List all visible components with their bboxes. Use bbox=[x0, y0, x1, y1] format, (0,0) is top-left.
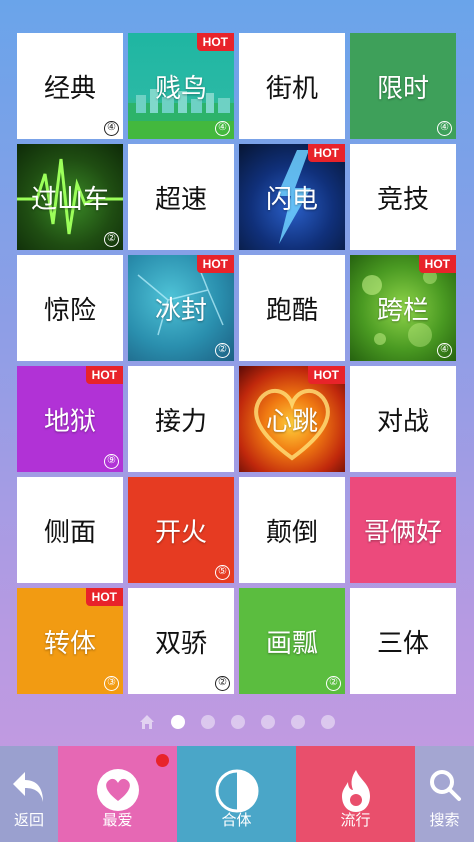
tile-label: 限时 bbox=[376, 73, 429, 104]
search-icon bbox=[429, 770, 461, 801]
search-button[interactable]: 搜索 bbox=[415, 746, 474, 842]
page-dot[interactable] bbox=[231, 715, 245, 729]
tile-label: 颠倒 bbox=[265, 517, 318, 548]
page-indicator bbox=[0, 714, 474, 730]
favorites-tab[interactable]: 最爱 bbox=[58, 746, 177, 842]
level-badge: ② bbox=[215, 343, 230, 358]
level-badge: ④ bbox=[437, 121, 452, 136]
mode-tile-compete[interactable]: 竞技 bbox=[350, 144, 456, 250]
mode-tile-parkour[interactable]: 跑酷 bbox=[239, 255, 345, 361]
mode-tile-relay[interactable]: 接力 bbox=[128, 366, 234, 472]
mode-tile-lightning[interactable]: HOT 闪电 bbox=[239, 144, 345, 250]
heart-icon bbox=[96, 769, 139, 811]
level-badge: ② bbox=[326, 676, 341, 691]
search-label: 搜索 bbox=[429, 811, 460, 829]
tile-label: 对战 bbox=[376, 406, 429, 437]
tile-label: 竞技 bbox=[376, 184, 429, 215]
half-circle-icon bbox=[215, 769, 258, 813]
hot-badge: HOT bbox=[85, 366, 123, 384]
mode-tile-buddies[interactable]: 哥俩好 bbox=[350, 477, 456, 583]
tile-label: 接力 bbox=[154, 406, 207, 437]
page-dot[interactable] bbox=[201, 715, 215, 729]
mode-tile-hell[interactable]: HOT 地狱 ⑨ bbox=[17, 366, 123, 472]
back-arrow-icon bbox=[13, 772, 43, 802]
bottom-nav: 返回 最爱 合体 流行 搜索 bbox=[0, 746, 474, 842]
favorites-label: 最爱 bbox=[102, 811, 133, 829]
tile-label: 开火 bbox=[154, 517, 207, 548]
level-badge: ⑤ bbox=[215, 565, 230, 580]
popular-tab[interactable]: 流行 bbox=[296, 746, 415, 842]
tile-label: 转体 bbox=[43, 628, 96, 659]
hot-badge: HOT bbox=[418, 255, 456, 273]
mode-tile-side[interactable]: 侧面 bbox=[17, 477, 123, 583]
page-dot[interactable] bbox=[291, 715, 305, 729]
tile-label: 闪电 bbox=[265, 184, 318, 215]
hot-badge: HOT bbox=[196, 33, 234, 51]
tile-label: 惊险 bbox=[43, 295, 96, 326]
mode-tile-heartbeat[interactable]: HOT 心跳 bbox=[239, 366, 345, 472]
mode-tile-twist[interactable]: HOT 转体 ③ bbox=[17, 588, 123, 694]
mode-tile-fire[interactable]: 开火 ⑤ bbox=[128, 477, 234, 583]
tile-label: 超速 bbox=[154, 184, 207, 215]
page-dot[interactable] bbox=[261, 715, 275, 729]
mode-tile-speed[interactable]: 超速 bbox=[128, 144, 234, 250]
level-badge: ② bbox=[104, 232, 119, 247]
home-icon[interactable] bbox=[139, 714, 155, 730]
mode-tile-jianniao[interactable]: HOT 贱鸟 ④ bbox=[128, 33, 234, 139]
mode-tile-thrill[interactable]: 惊险 bbox=[17, 255, 123, 361]
tile-label: 经典 bbox=[43, 73, 96, 104]
tile-label: 过山车 bbox=[30, 184, 109, 215]
mode-tile-three-body[interactable]: 三体 bbox=[350, 588, 456, 694]
tile-label: 画瓢 bbox=[265, 628, 318, 659]
mode-tile-rollercoaster[interactable]: 过山车 ② bbox=[17, 144, 123, 250]
level-badge: ③ bbox=[104, 676, 119, 691]
level-badge: ④ bbox=[104, 121, 119, 136]
level-badge: ② bbox=[215, 676, 230, 691]
tile-label: 三体 bbox=[376, 628, 429, 659]
hot-badge: HOT bbox=[307, 144, 345, 162]
back-button[interactable]: 返回 bbox=[0, 746, 58, 842]
tile-label: 地狱 bbox=[43, 406, 96, 437]
hot-badge: HOT bbox=[85, 588, 123, 606]
level-badge: ⑨ bbox=[104, 454, 119, 469]
mode-tile-battle[interactable]: 对战 bbox=[350, 366, 456, 472]
mode-tile-upside-down[interactable]: 颠倒 bbox=[239, 477, 345, 583]
tile-label: 哥俩好 bbox=[363, 517, 442, 548]
tile-label: 贱鸟 bbox=[154, 73, 207, 104]
mode-tile-arcade[interactable]: 街机 bbox=[239, 33, 345, 139]
back-label: 返回 bbox=[13, 811, 44, 829]
flame-icon bbox=[341, 770, 370, 812]
tile-label: 跑酷 bbox=[265, 295, 318, 326]
tile-label: 街机 bbox=[265, 73, 318, 104]
mode-tile-copy[interactable]: 画瓢 ② bbox=[239, 588, 345, 694]
mode-grid: 经典 ④ HOT 贱鸟 ④ 街机 限时 ④ 过山车 ② 超速 HOT 闪电 竞技… bbox=[17, 33, 456, 694]
level-badge: ④ bbox=[437, 343, 452, 358]
tile-label: 跨栏 bbox=[376, 295, 429, 326]
mode-tile-double[interactable]: 双骄 ② bbox=[128, 588, 234, 694]
hot-badge: HOT bbox=[196, 255, 234, 273]
page-dot[interactable] bbox=[321, 715, 335, 729]
level-badge: ④ bbox=[215, 121, 230, 136]
hot-badge: HOT bbox=[307, 366, 345, 384]
tile-label: 冰封 bbox=[154, 295, 207, 326]
tile-label: 双骄 bbox=[154, 628, 207, 659]
font-tab[interactable]: 合体 bbox=[177, 746, 296, 842]
mode-tile-frozen[interactable]: HOT 冰封 ② bbox=[128, 255, 234, 361]
mode-tile-hurdle[interactable]: HOT 跨栏 ④ bbox=[350, 255, 456, 361]
tile-label: 心跳 bbox=[265, 406, 318, 437]
page-dot[interactable] bbox=[171, 715, 185, 729]
notification-dot bbox=[156, 754, 169, 767]
mode-tile-classic[interactable]: 经典 ④ bbox=[17, 33, 123, 139]
mode-tile-timed[interactable]: 限时 ④ bbox=[350, 33, 456, 139]
tile-label: 侧面 bbox=[43, 517, 96, 548]
